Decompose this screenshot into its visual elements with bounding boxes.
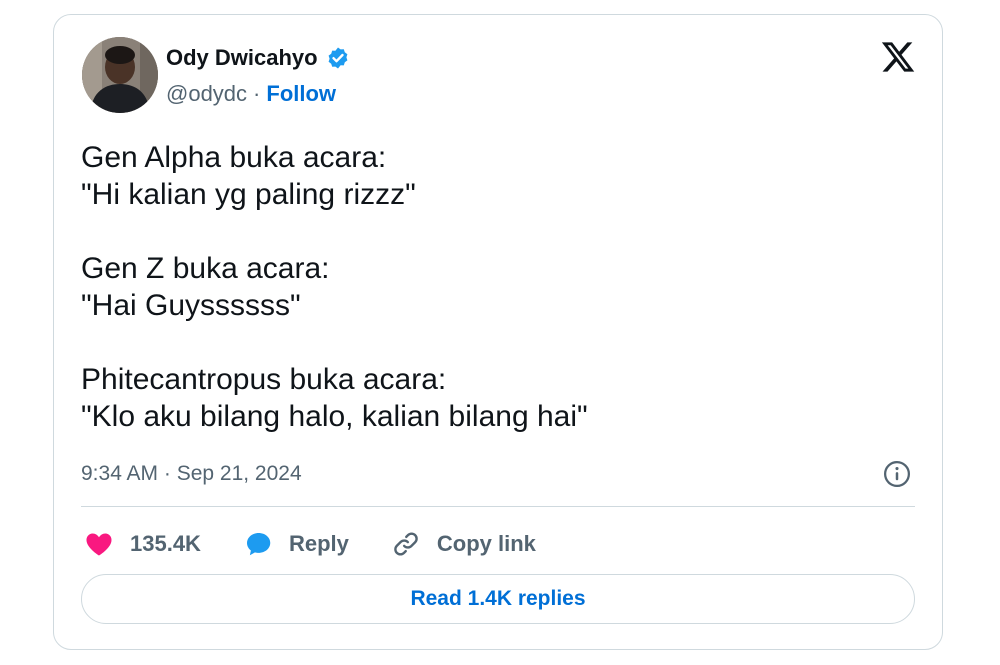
divider [81, 506, 915, 507]
tweet-line: Gen Alpha buka acara: [81, 141, 387, 174]
link-icon [394, 532, 418, 556]
follow-button[interactable]: Follow [266, 81, 336, 107]
verified-badge-icon [328, 47, 347, 69]
tweet-line: "Klo aku bilang halo, kalian bilang hai" [81, 400, 588, 433]
tweet-timestamp[interactable]: 9:34 AM · Sep 21, 2024 [81, 462, 302, 486]
like-button[interactable]: 135.4K [84, 529, 201, 559]
reply-label: Reply [288, 531, 349, 556]
heart-icon [86, 533, 112, 556]
tweet-line: Phitecantropus buka acara: [81, 363, 447, 396]
tweet-line: "Hai Guyssssss" [81, 289, 301, 322]
avatar[interactable] [82, 37, 158, 113]
tweet-line: "Hi kalian yg paling rizzz" [81, 178, 416, 211]
x-logo-icon[interactable] [880, 39, 916, 75]
author-name[interactable]: Ody Dwicahyo [166, 45, 318, 71]
tweet-actions: 135.4K Reply Copy link [84, 523, 578, 565]
reply-button[interactable]: Reply [243, 529, 349, 559]
author-handle-row: @odydc · Follow [166, 81, 336, 107]
tweet-text: Gen Alpha buka acara: "Hi kalian yg pali… [81, 139, 901, 435]
like-count: 135.4K [130, 531, 201, 556]
tweet-line: Gen Z buka acara: [81, 252, 330, 285]
author-handle[interactable]: @odydc [166, 81, 247, 107]
speech-bubble-icon [246, 533, 271, 556]
info-icon[interactable] [882, 459, 912, 489]
avatar-image [82, 37, 158, 113]
embedded-tweet-card: Ody Dwicahyo @odydc · Follow Gen Alpha b… [53, 14, 943, 650]
copy-link-button[interactable]: Copy link [391, 529, 536, 559]
copy-link-label: Copy link [436, 531, 536, 556]
read-replies-button[interactable]: Read 1.4K replies [81, 574, 915, 624]
author-name-row: Ody Dwicahyo [166, 45, 350, 71]
handle-separator: · [253, 81, 261, 106]
